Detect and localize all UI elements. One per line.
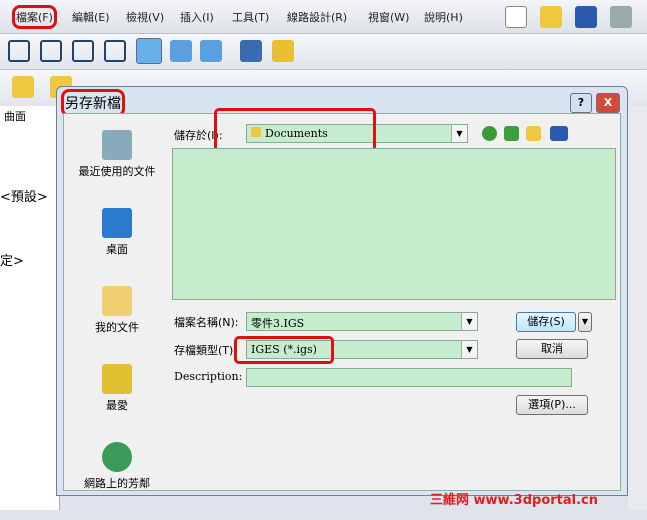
- right-panel: [628, 106, 647, 510]
- measure-icon[interactable]: [272, 40, 294, 62]
- menu-view[interactable]: 檢視(V): [126, 9, 164, 25]
- menu-edit[interactable]: 編輯(E): [72, 9, 110, 25]
- chevron-down-icon[interactable]: ▼: [451, 125, 467, 142]
- shaded-edges-icon[interactable]: [104, 40, 126, 62]
- shadow-icon[interactable]: [200, 40, 222, 62]
- place-documents[interactable]: 我的文件: [72, 286, 162, 356]
- shaded-icon[interactable]: [136, 38, 162, 64]
- up-folder-icon[interactable]: [504, 126, 519, 141]
- new-file-icon[interactable]: [505, 6, 527, 28]
- close-button[interactable]: X: [596, 93, 620, 113]
- view-toolbar: [0, 34, 647, 70]
- menu-routing[interactable]: 線路設計(R): [287, 9, 347, 25]
- place-label: 我的文件: [95, 321, 139, 334]
- filetype-label: 存檔類型(T):: [174, 344, 238, 357]
- documents-icon: [102, 286, 132, 316]
- shaded-cube-icon[interactable]: [170, 40, 192, 62]
- back-icon[interactable]: [482, 126, 497, 141]
- feature-icon[interactable]: [12, 76, 34, 98]
- place-network[interactable]: 網路上的芳鄰: [72, 442, 162, 512]
- menu-window[interactable]: 視窗(W): [368, 9, 409, 25]
- menu-file[interactable]: 檔案(F): [12, 5, 57, 29]
- menu-insert[interactable]: 插入(I): [180, 9, 214, 25]
- place-label: 最愛: [106, 399, 128, 412]
- place-favorites[interactable]: 最愛: [72, 364, 162, 434]
- place-label: 桌面: [106, 243, 128, 256]
- description-label: Description:: [174, 370, 243, 383]
- new-folder-icon[interactable]: [526, 126, 541, 141]
- options-button[interactable]: 選項(P)...: [516, 395, 588, 415]
- place-desktop[interactable]: 桌面: [72, 208, 162, 278]
- favorites-icon: [102, 364, 132, 394]
- save-button[interactable]: 儲存(S): [516, 312, 576, 332]
- place-recent[interactable]: 最近使用的文件: [72, 130, 162, 200]
- file-list[interactable]: [172, 148, 616, 300]
- tab-surface[interactable]: 曲面: [4, 108, 26, 124]
- save-options-dropdown[interactable]: ▼: [578, 312, 592, 332]
- filename-label: 檔案名稱(N):: [174, 316, 239, 329]
- description-input[interactable]: [246, 368, 572, 387]
- menu-bar: 檔案(F) 編輯(E) 檢視(V) 插入(I) 工具(T) 線路設計(R) 視窗…: [0, 0, 647, 34]
- chevron-down-icon[interactable]: ▼: [461, 313, 477, 330]
- hidden-lines-visible-icon[interactable]: [40, 40, 62, 62]
- flashlight-icon[interactable]: [240, 40, 262, 62]
- filename-value: 零件3.IGS: [251, 317, 305, 330]
- menu-tools[interactable]: 工具(T): [232, 9, 269, 25]
- cancel-button[interactable]: 取消: [516, 339, 588, 359]
- print-icon[interactable]: [610, 6, 632, 28]
- save-icon[interactable]: [575, 6, 597, 28]
- place-label: 最近使用的文件: [78, 165, 156, 178]
- watermark: 三維网 www.3dportal.cn: [430, 493, 599, 508]
- menu-help[interactable]: 說明(H): [424, 9, 463, 25]
- hidden-lines-removed-icon[interactable]: [72, 40, 94, 62]
- open-file-icon[interactable]: [540, 6, 562, 28]
- panel-text: <預設>: [0, 190, 48, 205]
- wireframe-icon[interactable]: [8, 40, 30, 62]
- filename-input[interactable]: 零件3.IGS ▼: [246, 312, 478, 331]
- feature-manager-panel: 曲面 <預設> 定>: [0, 106, 60, 510]
- dialog-title: 另存新檔: [61, 89, 125, 117]
- place-label: 網路上的芳鄰: [84, 477, 150, 490]
- recent-icon: [102, 130, 132, 160]
- network-icon: [102, 442, 132, 472]
- save-as-dialog: 另存新檔 ? X 最近使用的文件 桌面 我的文件 最愛 網路上的芳鄰 儲存於(I…: [56, 86, 628, 496]
- chevron-down-icon[interactable]: ▼: [461, 341, 477, 358]
- view-menu-icon[interactable]: [550, 126, 568, 141]
- highlight-box: [234, 336, 334, 364]
- panel-text: 定>: [0, 254, 24, 269]
- places-bar: 最近使用的文件 桌面 我的文件 最愛 網路上的芳鄰: [72, 124, 162, 520]
- help-button[interactable]: ?: [570, 93, 592, 113]
- desktop-icon: [102, 208, 132, 238]
